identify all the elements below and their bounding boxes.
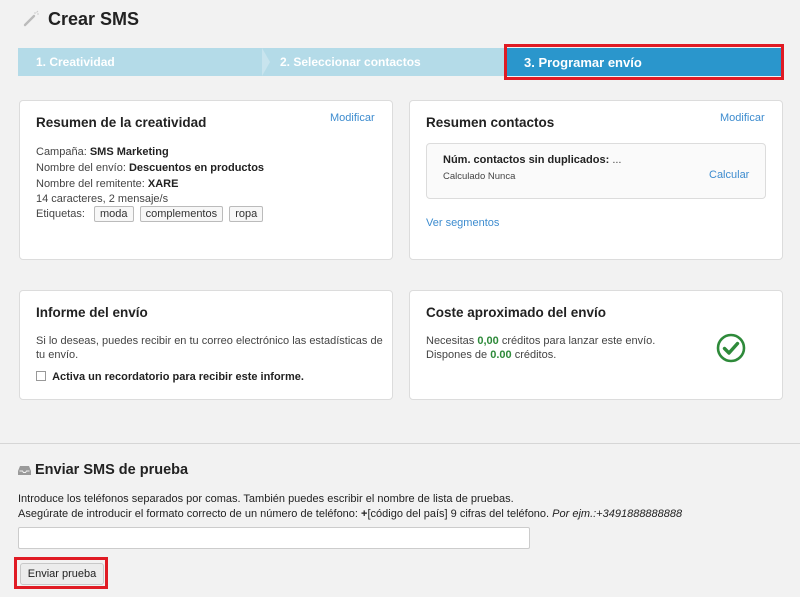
send-name-line: Nombre del envío: Descuentos en producto… — [36, 162, 264, 174]
card-title: Resumen de la creatividad — [36, 115, 207, 130]
test-sms-desc-1: Introduce los teléfonos separados por co… — [18, 493, 514, 505]
tag-moda: moda — [93, 206, 134, 222]
view-segments-link[interactable]: Ver segmentos — [426, 217, 499, 229]
sender-label: Nombre del remitente: — [36, 178, 145, 190]
test-phones-input[interactable] — [18, 527, 530, 549]
credits-available-line: Dispones de 0.00 créditos. — [426, 349, 556, 361]
card-title: Coste aproximado del envío — [426, 305, 607, 320]
credits-needed-line: Necesitas 0,00 créditos para lanzar este… — [426, 335, 655, 347]
credits-available-suffix: créditos. — [514, 349, 557, 361]
sender-line: Nombre del remitente: XARE — [36, 178, 178, 190]
report-reminder-option[interactable]: Activa un recordatorio para recibir este… — [36, 371, 304, 383]
calculate-link[interactable]: Calcular — [709, 169, 749, 181]
step-creatividad[interactable]: 1. Creatividad — [18, 48, 264, 76]
test-sms-title: Enviar SMS de prueba — [35, 462, 189, 478]
send-name-label: Nombre del envío: — [36, 162, 126, 174]
reminder-label: Activa un recordatorio para recibir este… — [52, 371, 304, 383]
contacts-count-label: Núm. contactos sin duplicados: — [443, 154, 610, 166]
credits-available-value: 0.00 — [490, 349, 512, 361]
credits-needed-value: 0,00 — [477, 335, 499, 347]
sender-value: XARE — [147, 178, 179, 190]
step-label: 1. Creatividad — [36, 55, 115, 69]
page-header: Crear SMS — [22, 6, 139, 32]
card-title: Resumen contactos — [426, 115, 555, 130]
inbox-icon — [18, 465, 31, 475]
test-sms-desc-2: Asegúrate de introducir el formato corre… — [18, 508, 682, 520]
modify-contacts-link[interactable]: Modificar — [720, 112, 765, 124]
card-title: Informe del envío — [36, 305, 148, 320]
credits-available-prefix: Dispones de — [426, 349, 488, 361]
campaign-line: Campaña: SMS Marketing — [36, 146, 169, 158]
step-label: 2. Seleccionar contactos — [280, 55, 421, 69]
step-separator — [262, 48, 270, 76]
tags-label: Etiquetas: — [36, 208, 85, 220]
highlight-step-3 — [504, 44, 784, 80]
desc-2-start: Asegúrate de introducir el formato corre… — [18, 508, 358, 520]
step-seleccionar-contactos[interactable]: 2. Seleccionar contactos — [264, 48, 506, 76]
desc-2-example: Por ejm.:+3491888888888 — [552, 508, 683, 520]
report-text-1: Si lo deseas, puedes recibir en tu corre… — [36, 335, 383, 347]
report-text-2: tu envío. — [36, 349, 79, 361]
page-title: Crear SMS — [48, 8, 140, 29]
chars-line: 14 caracteres, 2 mensaje/s — [36, 193, 169, 205]
calc-status: Calculado Nunca — [443, 171, 516, 182]
magic-wand-icon — [23, 10, 39, 27]
campaign-label: Campaña: — [36, 146, 87, 158]
contacts-summary-card: Resumen contactos Modificar Núm. contact… — [409, 100, 783, 260]
tag-ropa: ropa — [229, 206, 264, 222]
send-name-value: Descuentos en productos — [128, 162, 265, 174]
contacts-count-value: ... — [612, 154, 622, 166]
campaign-value: SMS Marketing — [89, 146, 169, 158]
cost-card: Coste aproximado del envío Necesitas 0,0… — [409, 290, 783, 400]
test-sms-heading: Enviar SMS de prueba — [18, 462, 188, 478]
desc-2-format: [código del país] 9 cifras del teléfono. — [367, 508, 550, 520]
check-circle-icon — [716, 333, 746, 363]
contacts-count-box: Núm. contactos sin duplicados: ... Calcu… — [426, 143, 766, 199]
report-card: Informe del envío Si lo deseas, puedes r… — [19, 290, 393, 400]
highlight-send-test — [14, 557, 108, 589]
modify-creative-link[interactable]: Modificar — [330, 112, 375, 124]
credits-needed-prefix: Necesitas — [426, 335, 475, 347]
contacts-count-line: Núm. contactos sin duplicados: ... — [443, 154, 621, 166]
tag-complementos: complementos — [139, 206, 224, 222]
reminder-checkbox[interactable] — [36, 371, 46, 381]
credits-needed-suffix: créditos para lanzar este envío. — [501, 335, 656, 347]
tags-line: Etiquetas: moda complementos ropa — [36, 206, 266, 222]
creative-summary-card: Resumen de la creatividad Modificar Camp… — [19, 100, 393, 260]
